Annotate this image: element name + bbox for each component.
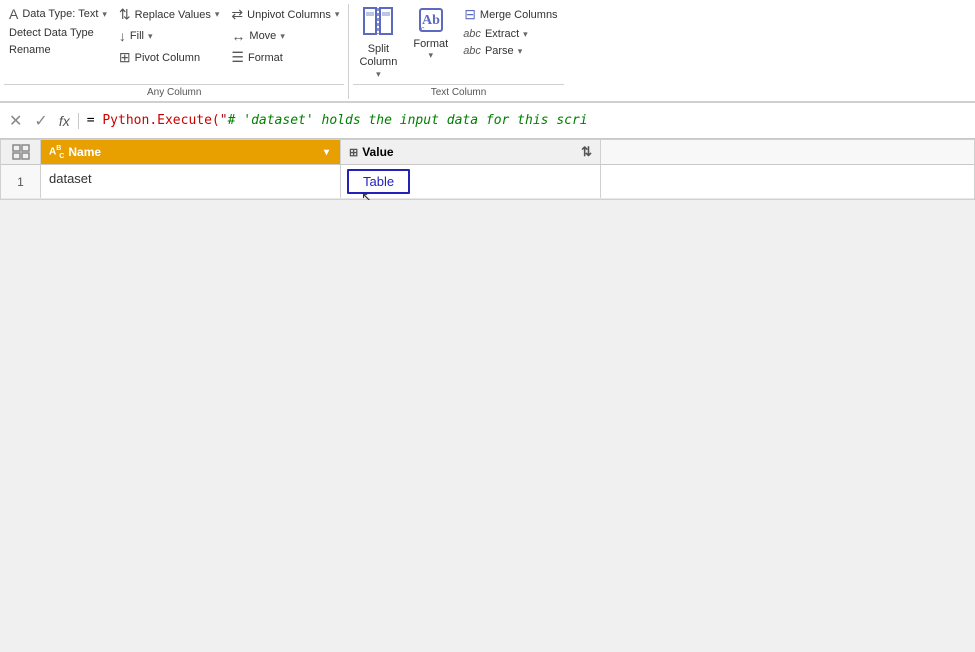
split-column-button[interactable]: SplitColumn ▾ bbox=[353, 4, 403, 82]
parse-dropdown[interactable]: ▾ bbox=[518, 46, 523, 57]
data-type-label: Data Type: Text bbox=[22, 8, 98, 20]
grid-container: ABC Name ▾ ⊞ Value ⇅ 1 dataset Table ↖ bbox=[0, 139, 975, 200]
data-type-button[interactable]: A Data Type: Text ▾ bbox=[4, 4, 112, 24]
table-row: 1 dataset Table ↖ bbox=[1, 165, 974, 199]
parse-label: Parse bbox=[485, 45, 514, 57]
move-dropdown[interactable]: ▾ bbox=[280, 31, 285, 42]
move-button[interactable]: ↔ Move ▾ bbox=[226, 26, 344, 46]
replace-values-button[interactable]: ⇅ Replace Values ▾ bbox=[114, 4, 225, 25]
fill-dropdown[interactable]: ▾ bbox=[148, 31, 153, 42]
replace-values-dropdown[interactable]: ▾ bbox=[215, 9, 220, 20]
ribbon-col-1: A Data Type: Text ▾ Detect Data Type Ren… bbox=[4, 4, 112, 58]
convert-icon: ☰ bbox=[231, 49, 244, 66]
cell-name[interactable]: dataset bbox=[41, 165, 341, 198]
merge-icon: ⊟ bbox=[464, 6, 476, 23]
formula-comment: # 'dataset' holds the input data for thi… bbox=[228, 113, 588, 128]
extract-button[interactable]: abc Extract ▾ bbox=[458, 26, 563, 42]
value-col-sort[interactable]: ⇅ bbox=[581, 144, 592, 160]
replace-values-icon: ⇅ bbox=[119, 6, 131, 23]
fill-label: Fill bbox=[130, 30, 144, 42]
move-icon: ↔ bbox=[231, 28, 245, 44]
formula-string: " bbox=[220, 113, 228, 128]
unpivot-columns-button[interactable]: ⇄ Unpivot Columns ▾ bbox=[226, 4, 344, 25]
extract-label: Extract bbox=[485, 28, 519, 40]
rename-label: Rename bbox=[9, 44, 51, 56]
detect-data-type-label: Detect Data Type bbox=[9, 27, 94, 39]
split-column-icon bbox=[362, 6, 394, 43]
col-header-name[interactable]: ABC Name ▾ bbox=[41, 140, 341, 164]
format-label: Format bbox=[413, 38, 448, 50]
data-type-dropdown[interactable]: ▾ bbox=[102, 9, 107, 20]
detect-data-type-button[interactable]: Detect Data Type bbox=[4, 25, 112, 41]
col-header-value[interactable]: ⊞ Value ⇅ bbox=[341, 140, 601, 164]
cell-value[interactable]: Table ↖ bbox=[341, 165, 601, 198]
extract-dropdown[interactable]: ▾ bbox=[523, 29, 528, 40]
pivot-column-button[interactable]: ⊞ Pivot Column bbox=[114, 47, 225, 68]
formula-text[interactable]: = Python.Execute("# 'dataset' holds the … bbox=[87, 113, 969, 128]
unpivot-icon: ⇄ bbox=[231, 6, 243, 23]
pivot-column-label: Pivot Column bbox=[135, 52, 200, 64]
merge-columns-button[interactable]: ⊟ Merge Columns bbox=[458, 4, 563, 25]
table-cell-value[interactable]: Table bbox=[347, 169, 410, 194]
parse-icon: abc bbox=[463, 45, 481, 57]
format-button[interactable]: Ab c Format ▾ bbox=[405, 4, 456, 63]
value-col-type-icon: ⊞ bbox=[349, 146, 358, 159]
split-column-dropdown[interactable]: ▾ bbox=[376, 69, 381, 80]
convert-to-list-button[interactable]: ☰ Format bbox=[226, 47, 344, 68]
unpivot-columns-label: Unpivot Columns bbox=[247, 9, 331, 21]
extract-icon: abc bbox=[463, 28, 481, 40]
formula-cancel-button[interactable]: ✕ bbox=[6, 110, 25, 132]
split-column-label: SplitColumn bbox=[359, 43, 397, 69]
unpivot-dropdown[interactable]: ▾ bbox=[335, 9, 340, 20]
any-column-group: A Data Type: Text ▾ Detect Data Type Ren… bbox=[0, 2, 348, 101]
formula-function: Python.Execute( bbox=[102, 113, 219, 128]
format-icon: Ab c bbox=[417, 6, 445, 38]
header-corner bbox=[1, 140, 41, 164]
convert-to-list-label: Format bbox=[248, 52, 283, 64]
name-col-type-icon: ABC bbox=[49, 145, 64, 159]
svg-text:c: c bbox=[421, 26, 425, 33]
fx-label: fx bbox=[59, 113, 79, 129]
format-dropdown[interactable]: ▾ bbox=[429, 50, 434, 61]
rename-button[interactable]: Rename bbox=[4, 42, 112, 58]
svg-text:Ab: Ab bbox=[422, 13, 440, 28]
formula-confirm-button[interactable]: ✓ bbox=[31, 110, 50, 132]
merge-columns-label: Merge Columns bbox=[480, 9, 558, 21]
formula-equals: = bbox=[87, 113, 103, 128]
move-label: Move bbox=[249, 30, 276, 42]
formula-bar-icons: ✕ ✓ bbox=[6, 110, 51, 132]
any-column-label: Any Column bbox=[4, 84, 344, 101]
ribbon-col-3: ⇄ Unpivot Columns ▾ ↔ Move ▾ ☰ Format bbox=[226, 4, 344, 68]
name-col-label: Name bbox=[68, 145, 317, 159]
fill-icon: ↓ bbox=[119, 28, 126, 44]
name-col-dropdown[interactable]: ▾ bbox=[321, 146, 332, 159]
text-column-label: Text Column bbox=[353, 84, 563, 101]
text-column-group: SplitColumn ▾ Ab c Format ▾ ⊟ bbox=[349, 2, 567, 101]
grid-header: ABC Name ▾ ⊞ Value ⇅ bbox=[1, 140, 974, 165]
data-type-icon: A bbox=[9, 6, 18, 22]
replace-values-label: Replace Values bbox=[135, 9, 211, 21]
formula-bar: ✕ ✓ fx = Python.Execute("# 'dataset' hol… bbox=[0, 103, 975, 139]
merge-extract-col: ⊟ Merge Columns abc Extract ▾ abc Parse … bbox=[458, 4, 563, 59]
parse-button[interactable]: abc Parse ▾ bbox=[458, 43, 563, 59]
row-number: 1 bbox=[1, 165, 41, 198]
value-col-label: Value bbox=[362, 145, 577, 159]
fill-button[interactable]: ↓ Fill ▾ bbox=[114, 26, 225, 46]
data-grid-area: ABC Name ▾ ⊞ Value ⇅ 1 dataset Table ↖ bbox=[0, 139, 975, 200]
pivot-icon: ⊞ bbox=[119, 49, 131, 66]
ribbon-col-2: ⇅ Replace Values ▾ ↓ Fill ▾ ⊞ Pivot Colu… bbox=[114, 4, 225, 68]
ribbon: A Data Type: Text ▾ Detect Data Type Ren… bbox=[0, 0, 975, 103]
